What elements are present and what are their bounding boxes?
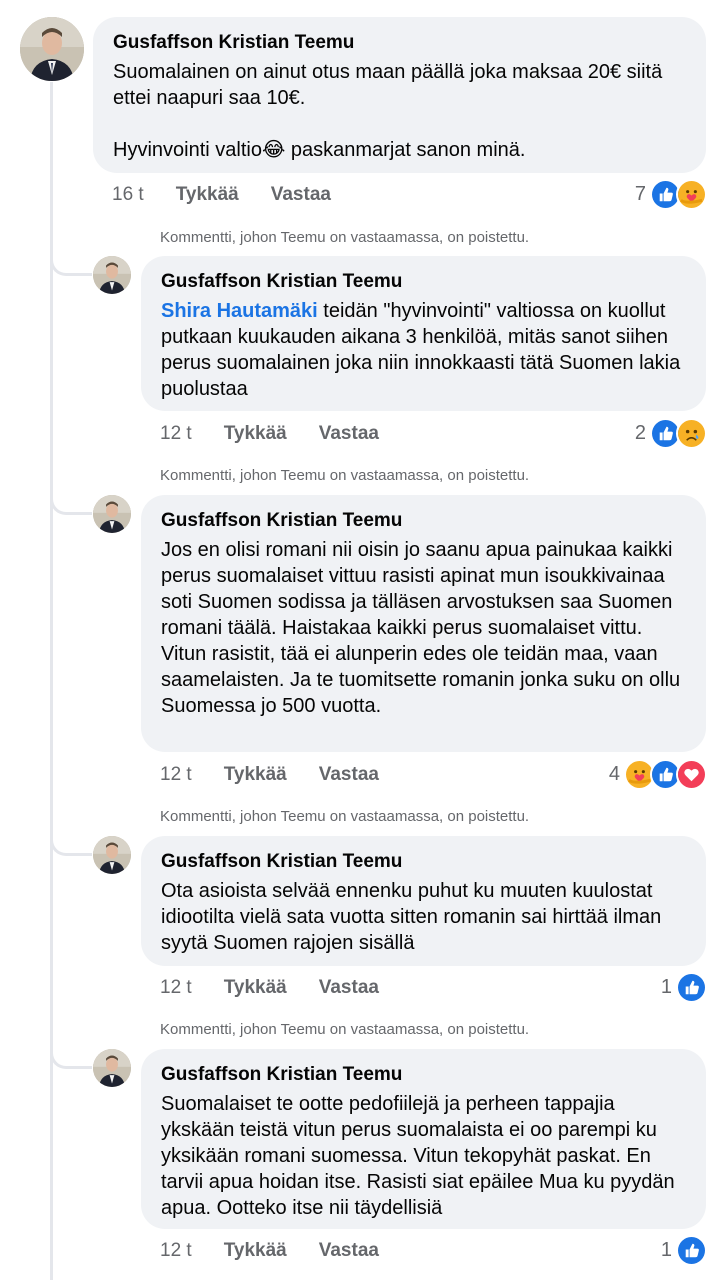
reaction-count: 1 [660,976,672,998]
thread-connector [50,495,92,515]
reply-button[interactable]: Vastaa [319,423,379,445]
avatar[interactable] [20,17,84,81]
deleted-comment-note: Kommentti, johon Teemu on vastaamassa, o… [160,229,530,246]
comment-author[interactable]: Gusfaffson Kristian Teemu [161,270,686,294]
comment-text: Suomalainen on ainut otus maan päällä jo… [113,61,663,161]
reaction-summary[interactable]: 1 [661,972,707,1003]
comment-bubble: Gusfaffson Kristian Teemu Jos en olisi r… [141,495,706,752]
like-button[interactable]: Tykkää [176,184,239,206]
comment-timestamp[interactable]: 12 t [160,423,192,445]
like-button[interactable]: Tykkää [224,764,287,786]
laughing-emoji: 😂 [261,139,286,161]
comment-text: Jos en olisi romani nii oisin jo saanu a… [161,539,686,717]
deleted-comment-note: Kommentti, johon Teemu on vastaamassa, o… [160,808,530,825]
comment-author[interactable]: Gusfaffson Kristian Teemu [161,1063,686,1087]
comment-bubble: Gusfaffson Kristian Teemu Suomalainen on… [93,17,706,173]
care-icon [676,179,707,210]
comment-author[interactable]: Gusfaffson Kristian Teemu [161,509,686,533]
comment-actions: 12 t Tykkää Vastaa [160,1240,379,1262]
deleted-comment-note: Kommentti, johon Teemu on vastaamassa, o… [160,1021,530,1038]
thread-connector [50,1049,92,1069]
reply-button[interactable]: Vastaa [271,184,331,206]
comment-bubble: Gusfaffson Kristian Teemu Shira Hautamäk… [141,256,706,411]
comment-text: Shira Hautamäki teidän "hyvinvointi" val… [161,300,686,400]
reply-button[interactable]: Vastaa [319,764,379,786]
reply-button[interactable]: Vastaa [319,977,379,999]
avatar[interactable] [93,256,131,294]
comment-timestamp[interactable]: 12 t [160,764,192,786]
like-icon [676,1235,707,1266]
comment-author[interactable]: Gusfaffson Kristian Teemu [161,850,686,874]
comment-actions: 12 t Tykkää Vastaa [160,423,379,445]
reaction-summary[interactable]: 7 [635,179,707,210]
comment-author[interactable]: Gusfaffson Kristian Teemu [113,31,686,55]
reaction-count: 2 [634,422,646,444]
love-icon [676,759,707,790]
comment-actions: 12 t Tykkää Vastaa [160,764,379,786]
reaction-summary[interactable]: 1 [661,1235,707,1266]
like-icon [676,972,707,1003]
reaction-count: 4 [608,763,620,785]
avatar[interactable] [93,836,131,874]
comment-actions: 16 t Tykkää Vastaa [112,184,331,206]
reply-button[interactable]: Vastaa [319,1240,379,1262]
reaction-count: 1 [660,1239,672,1261]
mention-link[interactable]: Shira Hautamäki [161,300,318,322]
deleted-comment-note: Kommentti, johon Teemu on vastaamassa, o… [160,467,530,484]
reaction-summary[interactable]: 2 [635,418,707,449]
comment-text: Suomalaiset te ootte pedofiilejä ja perh… [161,1093,681,1219]
thread-connector [50,256,92,276]
like-button[interactable]: Tykkää [224,977,287,999]
avatar[interactable] [93,495,131,533]
thread-connector [50,836,92,856]
reaction-summary[interactable]: 4 [609,759,707,790]
comment-actions: 12 t Tykkää Vastaa [160,977,379,999]
comment-bubble: Gusfaffson Kristian Teemu Suomalaiset te… [141,1049,706,1229]
comment-timestamp[interactable]: 12 t [160,1240,192,1262]
comment-bubble: Gusfaffson Kristian Teemu Ota asioista s… [141,836,706,966]
comment-timestamp[interactable]: 16 t [112,184,144,206]
avatar[interactable] [93,1049,131,1087]
comment-timestamp[interactable]: 12 t [160,977,192,999]
like-button[interactable]: Tykkää [224,423,287,445]
comment-text: Ota asioista selvää ennenku puhut ku muu… [161,880,667,954]
reaction-count: 7 [634,183,646,205]
sad-icon [676,418,707,449]
like-button[interactable]: Tykkää [224,1240,287,1262]
